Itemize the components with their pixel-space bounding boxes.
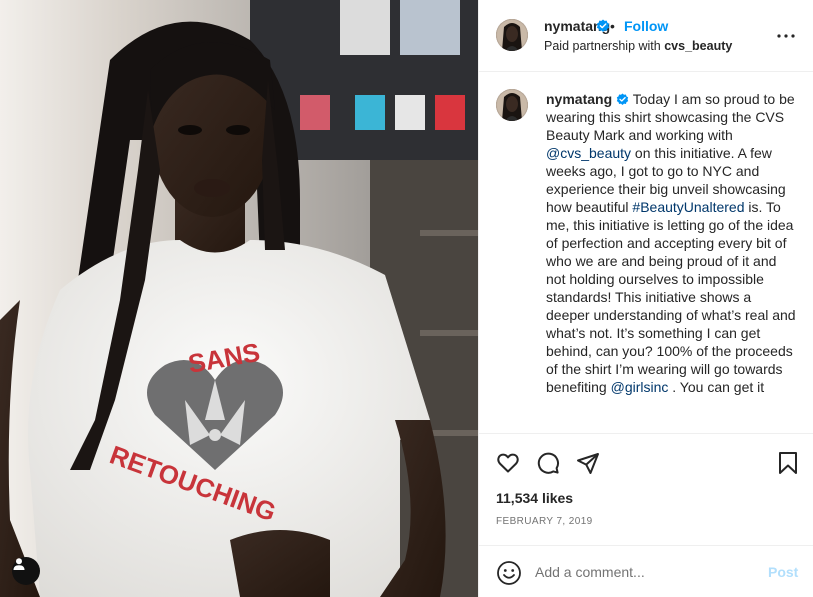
post-side-panel: nymatang • Follow Paid partnership with … <box>478 0 813 597</box>
post-caption: nymatang Today I am so proud to be weari… <box>546 90 796 396</box>
user-tag-button[interactable] <box>12 557 40 585</box>
caption-scroll-area[interactable]: nymatang Today I am so proud to be weari… <box>479 73 813 433</box>
partnership-prefix: Paid partnership with <box>544 39 661 53</box>
share-button[interactable] <box>575 450 601 476</box>
follow-button[interactable]: Follow <box>624 18 668 34</box>
hashtag-link[interactable]: #BeautyUnaltered <box>632 199 744 215</box>
verified-badge-icon <box>616 93 629 105</box>
post-comment-button[interactable]: Post <box>768 564 798 580</box>
shirt-print-text: SANS RETOUCHING <box>106 337 280 527</box>
verified-badge-icon <box>596 19 610 32</box>
separator-dot: • <box>610 18 615 34</box>
caption-text: is. To me, this initiative is letting go… <box>546 199 796 395</box>
caption-username[interactable]: nymatang <box>546 91 612 107</box>
mention-link[interactable]: @cvs_beauty <box>546 145 631 161</box>
comment-icon <box>537 452 559 474</box>
heart-icon <box>497 453 519 473</box>
author-avatar[interactable] <box>496 19 528 51</box>
save-button[interactable] <box>775 450 801 476</box>
partner-username[interactable]: cvs_beauty <box>664 39 732 53</box>
post-header: nymatang • Follow Paid partnership with … <box>479 0 813 72</box>
more-options-button[interactable] <box>775 26 797 46</box>
caption-text: . You can get it <box>668 379 765 395</box>
emoji-icon[interactable] <box>496 560 522 586</box>
comment-button[interactable] <box>535 450 561 476</box>
share-icon <box>577 453 599 474</box>
comment-input[interactable] <box>535 562 745 582</box>
more-horizontal-icon <box>777 34 795 38</box>
post-actions: 11,534 likes FEBRUARY 7, 2019 <box>479 433 813 545</box>
paid-partnership-label: Paid partnership with cvs_beauty <box>544 39 732 53</box>
caption-author-avatar[interactable] <box>496 89 528 121</box>
shirt-text-bottom: RETOUCHING <box>106 439 280 527</box>
post-photo[interactable]: SANS RETOUCHING <box>0 0 478 597</box>
bookmark-icon <box>779 452 797 474</box>
post-date[interactable]: FEBRUARY 7, 2019 <box>496 516 593 527</box>
shirt-text-top: SANS <box>186 337 262 379</box>
mention-link[interactable]: @girlsinc <box>611 379 669 395</box>
user-tag-icon <box>13 558 25 570</box>
comment-bar: Post <box>479 545 813 597</box>
like-button[interactable] <box>495 450 521 476</box>
likes-count[interactable]: 11,534 likes <box>496 490 573 506</box>
